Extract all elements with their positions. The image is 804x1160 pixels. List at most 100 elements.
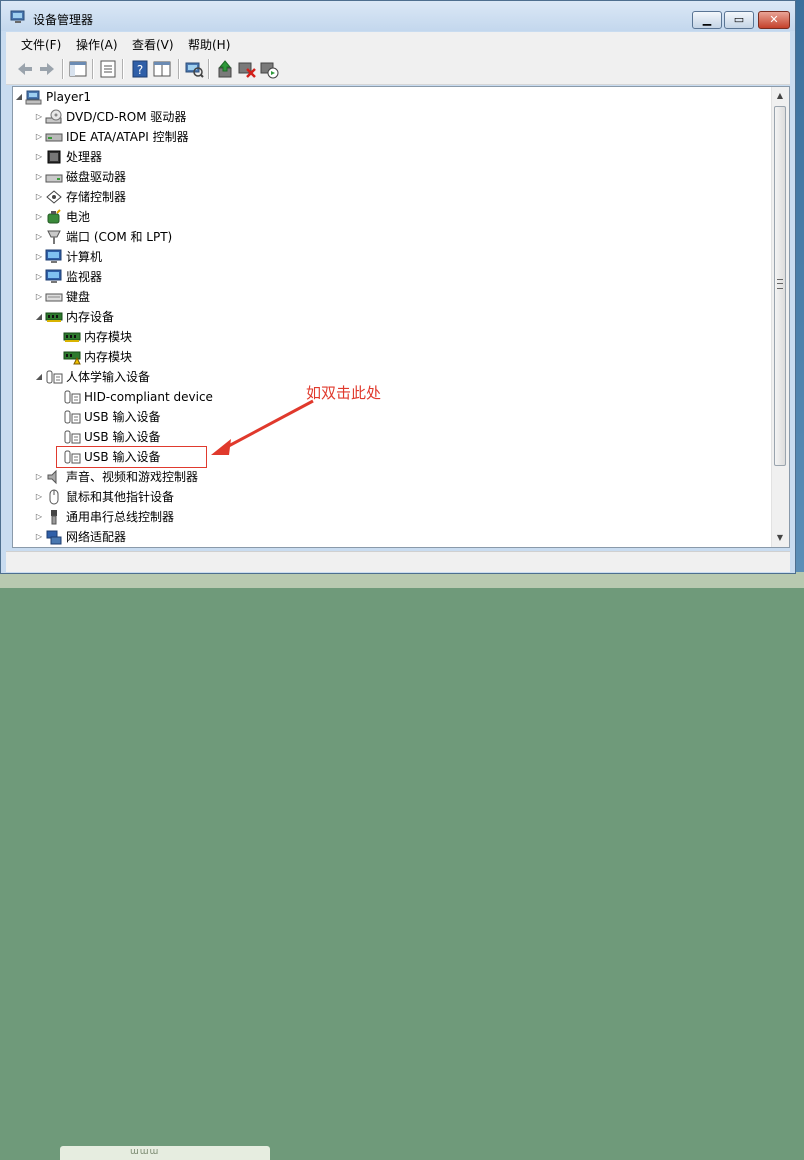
expand-arrow-closed-icon[interactable]: ▷ <box>35 213 43 221</box>
tree-item-label: 磁盘驱动器 <box>66 170 127 184</box>
maximize-button[interactable]: ▭ <box>724 11 754 29</box>
tree-category[interactable]: ▷ 磁盘驱动器 <box>13 167 753 187</box>
expand-arrow-open-icon[interactable]: ◢ <box>35 313 43 321</box>
tree-category[interactable]: ▷ 电池 <box>13 207 753 227</box>
device-tree: ◢ Player1 ▷ DVD/CD-ROM 驱动器 ▷ IDE ATA/ATAPI 控制… <box>12 86 790 548</box>
status-bar <box>6 551 790 572</box>
mouse-icon <box>45 489 63 505</box>
expand-arrow-closed-icon[interactable]: ▷ <box>35 113 43 121</box>
console-tree-icon[interactable] <box>68 59 88 79</box>
minimize-icon: ▁ <box>702 13 712 26</box>
menu-view[interactable]: 查看(V) <box>132 36 174 53</box>
tree-category[interactable]: ◢ 人体学输入设备 <box>13 367 753 387</box>
toolbar-separator <box>122 59 124 79</box>
forward-icon[interactable] <box>37 59 57 79</box>
scroll-down-arrow-icon[interactable]: ▼ <box>775 533 785 543</box>
expand-arrow-closed-icon[interactable]: ▷ <box>35 133 43 141</box>
device-manager-app-icon <box>10 10 26 24</box>
tree-category[interactable]: ▷ 声音、视频和游戏控制器 <box>13 467 753 487</box>
tree-device[interactable]: 内存模块 <box>13 327 753 347</box>
hid-icon <box>45 369 63 385</box>
tree-device[interactable]: 内存模块 <box>13 347 753 367</box>
tree-category[interactable]: ▷ 通用串行总线控制器 <box>13 507 753 527</box>
expand-arrow-open-icon[interactable]: ◢ <box>35 373 43 381</box>
tree-category[interactable]: ▷ 端口 (COM 和 LPT) <box>13 227 753 247</box>
tree-item-label: DVD/CD-ROM 驱动器 <box>66 110 187 124</box>
expand-arrow-open-icon[interactable]: ◢ <box>15 93 23 101</box>
disk-icon <box>45 169 63 185</box>
expand-arrow-closed-icon[interactable]: ▷ <box>35 493 43 501</box>
keyboard-icon <box>45 289 63 305</box>
scrollbar-thumb[interactable] <box>774 106 786 466</box>
toolbar-separator <box>92 59 94 79</box>
tree-item-label: 人体学输入设备 <box>66 370 151 384</box>
annotation-text: 如双击此处 <box>306 384 382 402</box>
desktop-decoration: ɯɯɯ <box>60 1146 270 1160</box>
tree-item-label: 计算机 <box>66 250 103 264</box>
tree-root[interactable]: ◢ Player1 <box>13 87 753 107</box>
details-icon[interactable] <box>152 59 172 79</box>
tree-item-label: 存储控制器 <box>66 190 127 204</box>
title-bar[interactable]: 设备管理器 ▁ ▭ ✕ <box>1 1 795 31</box>
tree-category[interactable]: ▷ 监视器 <box>13 267 753 287</box>
tree-category[interactable]: ◢ 内存设备 <box>13 307 753 327</box>
sound-icon <box>45 469 63 485</box>
tree-device[interactable]: USB 输入设备 <box>13 427 753 447</box>
tree-category[interactable]: ▷ 计算机 <box>13 247 753 267</box>
desktop-background: ɯɯɯ <box>0 572 804 1160</box>
tree-category[interactable]: ▷ 网络适配器 <box>13 527 753 547</box>
maximize-icon: ▭ <box>733 13 745 26</box>
monitor-icon <box>45 249 63 265</box>
tree-item-label: 内存模块 <box>84 330 133 344</box>
menu-help[interactable]: 帮助(H) <box>188 36 230 53</box>
minimize-button[interactable]: ▁ <box>692 11 722 29</box>
properties-icon[interactable] <box>98 59 118 79</box>
expand-arrow-closed-icon[interactable]: ▷ <box>35 233 43 241</box>
tree-item-label: 键盘 <box>66 290 91 304</box>
vertical-scrollbar[interactable]: ▲ ▼ <box>771 87 789 547</box>
expand-arrow-closed-icon[interactable]: ▷ <box>35 473 43 481</box>
tree-item-label: USB 输入设备 <box>84 410 161 424</box>
toolbar: ? <box>6 54 790 85</box>
network-icon <box>45 529 63 545</box>
scroll-up-arrow-icon[interactable]: ▲ <box>775 91 785 101</box>
tree-category[interactable]: ▷ 鼠标和其他指针设备 <box>13 487 753 507</box>
tree-category[interactable]: ▷ 存储控制器 <box>13 187 753 207</box>
memory-icon <box>45 309 63 325</box>
computer-icon <box>25 89 43 105</box>
uninstall-icon[interactable] <box>237 59 257 79</box>
expand-arrow-closed-icon[interactable]: ▷ <box>35 293 43 301</box>
tree-item-label: 网络适配器 <box>66 530 127 544</box>
scan-hardware-icon[interactable] <box>184 59 204 79</box>
menu-file[interactable]: 文件(F) <box>21 36 61 53</box>
expand-arrow-closed-icon[interactable]: ▷ <box>35 513 43 521</box>
expand-arrow-closed-icon[interactable]: ▷ <box>35 153 43 161</box>
memory-warn-icon <box>63 349 81 365</box>
expand-arrow-closed-icon[interactable]: ▷ <box>35 273 43 281</box>
expand-arrow-closed-icon[interactable]: ▷ <box>35 193 43 201</box>
tree-device[interactable]: USB 输入设备 <box>13 407 753 427</box>
dvd-icon <box>45 109 63 125</box>
enable-device-icon[interactable] <box>259 59 279 79</box>
tree-category[interactable]: ▷ IDE ATA/ATAPI 控制器 <box>13 127 753 147</box>
tree-item-label: IDE ATA/ATAPI 控制器 <box>66 130 189 144</box>
svg-text:?: ? <box>137 63 143 77</box>
window-title: 设备管理器 <box>33 13 94 27</box>
back-icon[interactable] <box>15 59 35 79</box>
help-icon[interactable]: ? <box>130 59 150 79</box>
expand-arrow-closed-icon[interactable]: ▷ <box>35 253 43 261</box>
expand-arrow-closed-icon[interactable]: ▷ <box>35 533 43 541</box>
tree-category[interactable]: ▷ DVD/CD-ROM 驱动器 <box>13 107 753 127</box>
tree-item-label: 声音、视频和游戏控制器 <box>66 470 199 484</box>
menu-action[interactable]: 操作(A) <box>76 36 118 53</box>
close-button[interactable]: ✕ <box>758 11 790 29</box>
tree-item-label: 内存模块 <box>84 350 133 364</box>
tree-item-label: HID-compliant device <box>84 390 213 404</box>
expand-arrow-closed-icon[interactable]: ▷ <box>35 173 43 181</box>
tree-category[interactable]: ▷ 键盘 <box>13 287 753 307</box>
toolbar-separator <box>62 59 64 79</box>
tree-device[interactable]: HID-compliant device <box>13 387 753 407</box>
toolbar-separator <box>178 59 180 79</box>
tree-category[interactable]: ▷ 处理器 <box>13 147 753 167</box>
update-driver-icon[interactable] <box>215 59 235 79</box>
